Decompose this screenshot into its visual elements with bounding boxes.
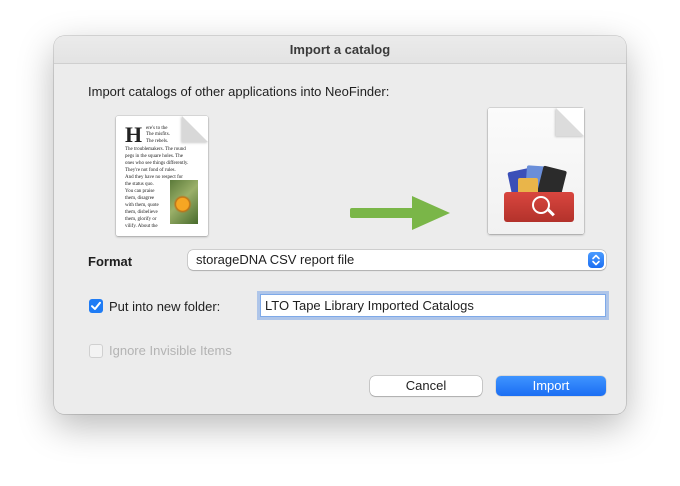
document-line: them, disbelieve	[125, 210, 158, 215]
document-line: The misfits.	[146, 132, 170, 137]
popup-chevrons-icon	[588, 252, 604, 268]
intro-text: Import catalogs of other applications in…	[88, 84, 390, 99]
text-document-icon: H ere's to the The misfits. The rebels. …	[116, 116, 208, 236]
document-line: them, glorify or	[125, 217, 157, 222]
document-line: them, disagree	[125, 196, 155, 201]
new-folder-checkbox[interactable]	[89, 299, 103, 313]
flower-photo	[170, 180, 198, 224]
document-line: vilify. About the	[125, 224, 158, 229]
ignore-invisible-checkbox	[89, 344, 103, 358]
import-button[interactable]: Import	[496, 376, 606, 396]
cancel-button[interactable]: Cancel	[370, 376, 482, 396]
document-line: They're not fond of rules.	[125, 168, 176, 173]
format-selected-value: storageDNA CSV report file	[196, 252, 355, 267]
right-arrow-icon	[350, 196, 450, 230]
document-line: the status quo.	[125, 182, 154, 187]
document-line: pegs in the square holes. The	[125, 154, 183, 159]
checkmark-icon	[91, 301, 101, 310]
page-fold	[182, 116, 208, 142]
neofinder-app-icon	[488, 108, 584, 234]
document-line: The rebels.	[146, 139, 169, 144]
format-popup[interactable]: storageDNA CSV report file	[188, 250, 606, 270]
dialog-title: Import a catalog	[54, 36, 626, 64]
document-line: with them, quote	[125, 203, 159, 208]
document-line: ones who see things differently.	[125, 161, 189, 166]
document-dropcap: H	[125, 122, 143, 147]
page-fold	[556, 108, 584, 136]
document-line: You can praise	[125, 189, 155, 194]
format-label: Format	[88, 254, 133, 269]
folder-name-field[interactable]: LTO Tape Library Imported Catalogs	[260, 294, 606, 317]
ignore-invisible-label: Ignore Invisible Items	[109, 343, 232, 358]
import-catalog-dialog: Import a catalog Import catalogs of othe…	[54, 36, 626, 414]
document-line: The troublemakers. The round	[125, 147, 186, 152]
new-folder-label[interactable]: Put into new folder:	[109, 299, 220, 314]
